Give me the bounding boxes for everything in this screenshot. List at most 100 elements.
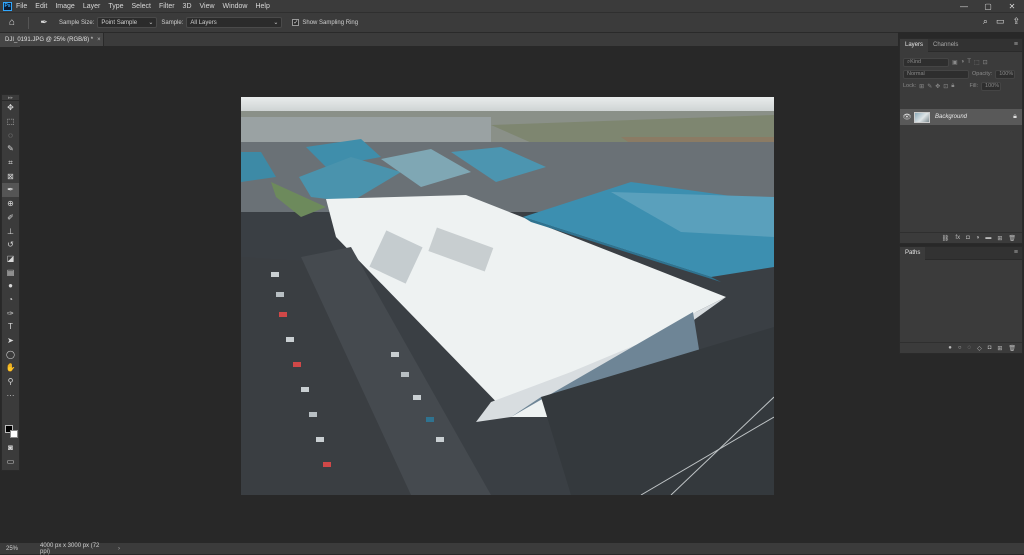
mask-icon[interactable]: ◘	[988, 345, 992, 351]
move-tool-icon[interactable]: ✥	[2, 101, 19, 115]
opacity-input[interactable]: 100%	[995, 69, 1016, 79]
sample-size-label: Sample Size:	[59, 19, 95, 26]
stroke-path-icon[interactable]: ○	[958, 345, 962, 351]
filter-smart-icon[interactable]: ⊡	[983, 59, 988, 66]
fill-input[interactable]: 100%	[981, 81, 1002, 91]
layer-row[interactable]: 👁︎ Background 🔒︎	[900, 109, 1022, 125]
layer-name: Background	[935, 114, 968, 120]
menu-image[interactable]: Image	[55, 3, 74, 10]
menu-view[interactable]: View	[200, 3, 215, 10]
eyedropper-tool-icon[interactable]: ✒	[2, 183, 19, 197]
delete-icon[interactable]: 🗑︎	[1008, 235, 1016, 242]
ellipse-tool-icon[interactable]: ◯	[2, 347, 19, 361]
chevron-down-icon: ⌄	[148, 20, 154, 26]
menu-layer[interactable]: Layer	[83, 3, 101, 10]
gradient-tool-icon[interactable]: ▤	[2, 265, 19, 279]
panel-menu-icon[interactable]: ≡	[1014, 249, 1018, 256]
minimize-button[interactable]: —	[952, 0, 976, 12]
share-icon[interactable]: ⇪	[1012, 16, 1020, 27]
load-selection-icon[interactable]: ◌	[968, 345, 972, 351]
blend-mode-select[interactable]: Normal	[903, 69, 969, 79]
fx-icon[interactable]: fx	[955, 235, 960, 241]
new-layer-icon[interactable]: ⊞	[997, 235, 1002, 242]
eraser-tool-icon[interactable]: ◪	[2, 252, 19, 266]
sample-size-value: Point Sample	[101, 19, 138, 26]
clone-stamp-tool-icon[interactable]: ⊥	[2, 224, 19, 238]
make-path-icon[interactable]: ◇	[977, 345, 982, 352]
workspace-icon[interactable]: ▭	[996, 16, 1005, 27]
healing-brush-tool-icon[interactable]: ⊕	[2, 197, 19, 211]
sample-select[interactable]: All Layers ⌄	[186, 17, 283, 28]
dodge-tool-icon[interactable]: ◔	[2, 293, 19, 307]
tab-paths[interactable]: Paths	[900, 246, 926, 260]
quick-select-tool-icon[interactable]: ✎	[2, 142, 19, 156]
new-path-icon[interactable]: ⊞	[997, 345, 1002, 352]
close-button[interactable]: ✕	[1000, 0, 1024, 12]
history-brush-tool-icon[interactable]: ↺	[2, 238, 19, 252]
background-color-swatch[interactable]	[10, 430, 18, 438]
layer-kind-filter[interactable]: ⌕ Kind	[903, 57, 949, 67]
screen-mode-icon[interactable]: ▭	[2, 455, 19, 469]
lock-all-icon[interactable]: 🔒︎	[951, 83, 954, 90]
brush-tool-icon[interactable]: ✐	[2, 211, 19, 225]
blur-tool-icon[interactable]: ●	[2, 279, 19, 293]
mask-icon[interactable]: ◘	[966, 235, 970, 241]
frame-tool-icon[interactable]: ⊠	[2, 169, 19, 183]
document-tab[interactable]: DJI_0191.JPG @ 25% (RGB/8) * ×	[0, 33, 104, 47]
hand-tool-icon[interactable]: ✋	[2, 361, 19, 375]
adjustment-icon[interactable]: ◑	[976, 235, 980, 241]
menu-help[interactable]: Help	[255, 3, 269, 10]
eyedropper-preset-icon[interactable]: ✒	[33, 17, 55, 28]
path-select-tool-icon[interactable]: ➤	[2, 334, 19, 348]
home-icon[interactable]: ⌂	[0, 17, 24, 28]
group-icon[interactable]: ▬	[985, 235, 991, 241]
show-sampling-ring-checkbox[interactable]: ✓	[292, 19, 300, 26]
lock-transparent-icon[interactable]: ⊞	[919, 83, 924, 90]
options-right-icons: ⌕ ▭ ⇪	[983, 16, 1020, 27]
crop-tool-icon[interactable]: ⌗	[2, 156, 19, 170]
menu-filter[interactable]: Filter	[159, 3, 175, 10]
paths-panel: Paths ≡ ● ○ ◌ ◇ ◘ ⊞ 🗑︎	[899, 246, 1023, 354]
menu-select[interactable]: Select	[132, 3, 151, 10]
fill-path-icon[interactable]: ●	[948, 345, 952, 351]
maximize-button[interactable]: ▢	[976, 0, 1000, 12]
sample-size-select[interactable]: Point Sample ⌄	[97, 17, 158, 28]
layer-thumbnail	[914, 111, 930, 123]
chevron-down-icon: ⌄	[273, 20, 279, 26]
menu-window[interactable]: Window	[223, 3, 248, 10]
layers-panel-tabs: Layers Channels ≡	[900, 38, 1022, 52]
lock-artboard-icon[interactable]: ⊡	[943, 83, 948, 90]
lock-position-icon[interactable]: ✥	[935, 83, 940, 90]
lock-pixels-icon[interactable]: ✎	[927, 83, 932, 90]
filter-type-icon[interactable]: T	[967, 59, 971, 65]
panel-menu-icon[interactable]: ≡	[1014, 41, 1018, 48]
aerial-photo	[241, 97, 774, 495]
menu-file[interactable]: File	[16, 3, 27, 10]
delete-icon[interactable]: 🗑︎	[1008, 345, 1016, 352]
options-bar: ⌂ ✒ Sample Size: Point Sample ⌄ Sample: …	[0, 12, 1024, 32]
tab-layers[interactable]: Layers	[900, 38, 929, 52]
visibility-eye-icon[interactable]: 👁︎	[900, 113, 914, 121]
tab-channels[interactable]: Channels	[928, 39, 963, 52]
chevron-right-icon[interactable]: ›	[118, 546, 120, 552]
more-tools-icon[interactable]: ···	[2, 388, 19, 402]
pen-tool-icon[interactable]: ✑	[2, 306, 19, 320]
search-icon[interactable]: ⌕	[983, 16, 988, 27]
filter-pixel-icon[interactable]: ▣	[952, 59, 958, 66]
zoom-level[interactable]: 25%	[0, 546, 28, 552]
filter-adjustment-icon[interactable]: ◑	[961, 59, 965, 65]
type-tool-icon[interactable]: T	[2, 320, 19, 334]
lasso-tool-icon[interactable]: ◌	[2, 128, 19, 142]
menu-edit[interactable]: Edit	[35, 3, 47, 10]
canvas-area[interactable]	[20, 46, 898, 543]
marquee-tool-icon[interactable]: ⬚	[2, 115, 19, 129]
close-tab-icon[interactable]: ×	[97, 37, 101, 43]
layer-filter-row: ⌕ Kind ▣ ◑ T ⬚ ⊡	[900, 56, 1022, 68]
document-image[interactable]	[241, 97, 774, 495]
link-icon[interactable]: ⛓	[942, 235, 950, 242]
menu-type[interactable]: Type	[108, 3, 123, 10]
zoom-tool-icon[interactable]: ⚲	[2, 375, 19, 389]
filter-shape-icon[interactable]: ⬚	[974, 59, 980, 66]
quick-mask-icon[interactable]: ◙	[2, 441, 19, 455]
menu-3d[interactable]: 3D	[183, 3, 192, 10]
